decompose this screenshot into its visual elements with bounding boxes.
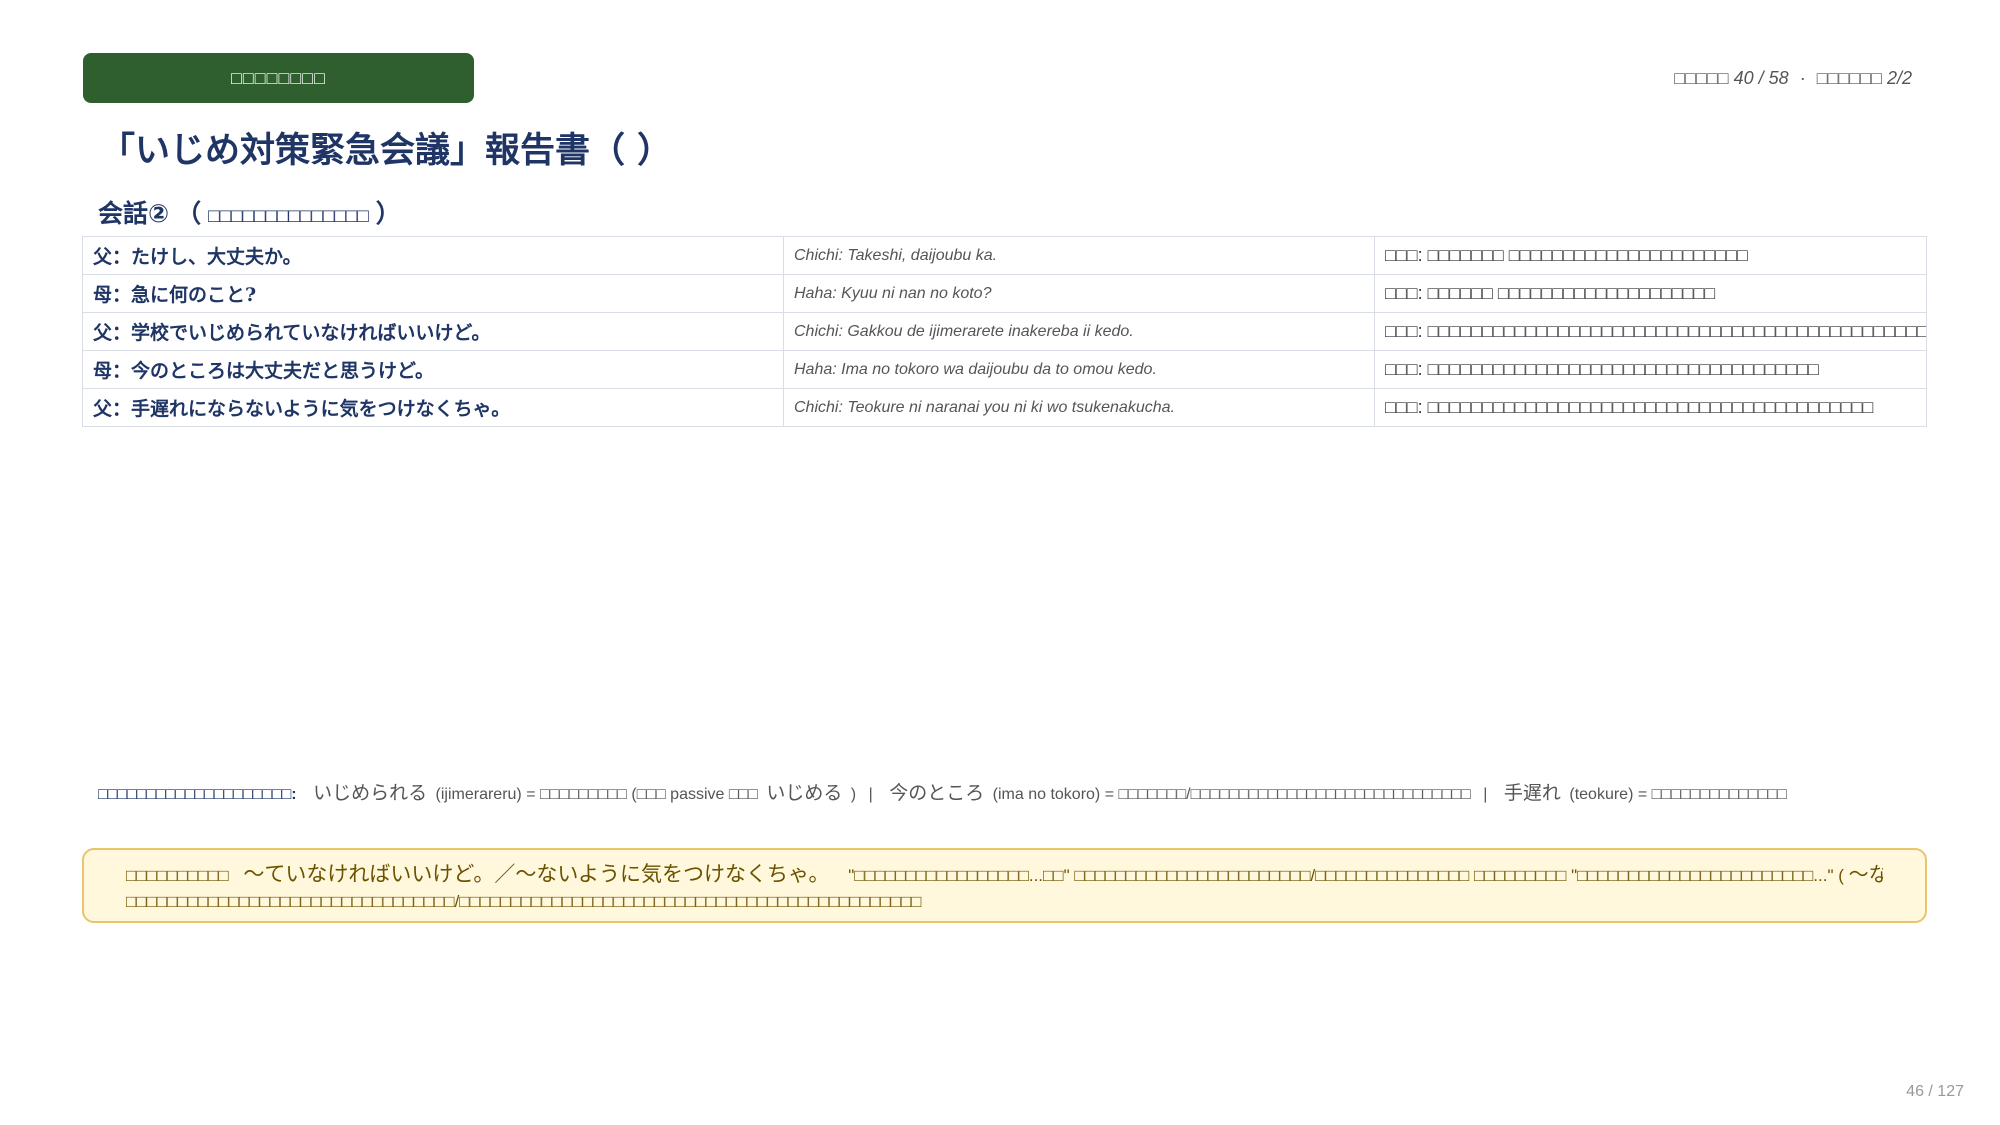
- dialogue-translation: □□□: □□□□□□ □□□□□□□□□□□□□□□□□□□□: [1374, 274, 1927, 313]
- vocab-divider: |: [868, 786, 873, 803]
- category-badge: □□□□□□□□: [83, 53, 474, 103]
- vocabulary-label: □□□□□□□□□□□□□□□□□□□□:: [98, 786, 297, 803]
- dialogue-romaji: Chichi: Gakkou de ijimerarete inakereba …: [783, 312, 1375, 351]
- page-meta: □□□□□ 40 / 58 · □□□□□□ 2/2: [1674, 68, 1912, 89]
- dialogue-table: 父：たけし、大丈夫か。 Chichi: Takeshi, daijoubu ka…: [82, 236, 1927, 427]
- vocab-definition: (teokure) = □□□□□□□□□□□□□□: [1569, 786, 1787, 803]
- dialogue-japanese: 父：手遅れにならないように気をつけなくちゃ。: [82, 388, 784, 427]
- vocabulary-line: □□□□□□□□□□□□□□□□□□□□: いじめられる (ijimerarer…: [98, 778, 1928, 805]
- dialogue-romaji: Haha: Ima no tokoro wa daijoubu da to om…: [783, 350, 1375, 389]
- section-paren-close: ）: [375, 200, 401, 228]
- dialogue-translation: □□□: □□□□□□□□□□□□□□□□□□□□□□□□□□□□□□□□□□□…: [1374, 350, 1927, 389]
- table-row: 父：手遅れにならないように気をつけなくちゃ。 Chichi: Teokure n…: [82, 388, 1927, 427]
- grammar-pattern: 〜ていなければいいけど。／〜ないように気をつけなくちゃ。: [243, 863, 830, 886]
- table-row: 父：学校でいじめられていなければいいけど。 Chichi: Gakkou de …: [82, 312, 1927, 351]
- dialogue-translation: □□□: □□□□□□□ □□□□□□□□□□□□□□□□□□□□□□: [1374, 236, 1927, 275]
- vocab-definition: (ima no tokoro) = □□□□□□□/□□□□□□□□□□□□□□…: [992, 786, 1471, 803]
- separator: ·: [1799, 68, 1806, 88]
- grammar-label: □□□□□□□□□□: [126, 866, 229, 885]
- slide-counter: 46 / 127: [1906, 1083, 1964, 1100]
- grammar-note-box: □□□□□□□□□□ 〜ていなければいいけど。／〜ないように気をつけなくちゃ。 …: [82, 848, 1927, 923]
- vocab-word: 今のところ: [889, 783, 985, 804]
- page-title: 「いじめ対策緊急会議」報告書（ ）: [100, 130, 673, 171]
- vocab-divider: |: [1483, 786, 1488, 803]
- table-row: 母：急に何のこと? Haha: Kyuu ni nan no koto? □□□…: [82, 274, 1927, 313]
- vocab-word: いじめられる: [313, 783, 428, 804]
- grammar-explanation: "□□□□□□□□□□□□□□□□□...□□" □□□□□□□□□□□□□□□…: [848, 866, 1844, 885]
- vocab-definition: (ijimerareru) = □□□□□□□□□ (□□□ passive □…: [435, 786, 758, 803]
- table-row: 父：たけし、大丈夫か。 Chichi: Takeshi, daijoubu ka…: [82, 236, 1927, 275]
- dialogue-japanese: 母：今のところは大丈夫だと思うけど。: [82, 350, 784, 389]
- table-row: 母：今のところは大丈夫だと思うけど。 Haha: Ima no tokoro w…: [82, 350, 1927, 389]
- dialogue-romaji: Chichi: Takeshi, daijoubu ka.: [783, 236, 1375, 275]
- dialogue-japanese: 父：たけし、大丈夫か。: [82, 236, 784, 275]
- part-indicator: □□□□□□ 2/2: [1816, 68, 1912, 88]
- section-subtitle: □□□□□□□□□□□□□□: [208, 206, 369, 227]
- dialogue-japanese: 母：急に何のこと?: [82, 274, 784, 313]
- dialogue-translation: □□□: □□□□□□□□□□□□□□□□□□□□□□□□□□□□□□□□□□□…: [1374, 388, 1927, 427]
- section-heading: 会話② （ □□□□□□□□□□□□□□ ）: [98, 194, 401, 230]
- dialogue-translation: □□□: □□□□□□□□□□□□□□□□□□□□□□□□□□□□□□□□□□□…: [1374, 312, 1927, 351]
- grammar-inline-pattern: 〜ないように気をつける: [1848, 864, 1883, 886]
- vocab-close-paren: ): [850, 786, 857, 803]
- vocab-word: 手遅れ: [1503, 783, 1561, 804]
- vocab-base-form: いじめる: [766, 783, 843, 804]
- grammar-line-1: □□□□□□□□□□ 〜ていなければいいけど。／〜ないように気をつけなくちゃ。 …: [126, 862, 1883, 889]
- dialogue-romaji: Haha: Kyuu ni nan no koto?: [783, 274, 1375, 313]
- dialogue-japanese: 父：学校でいじめられていなければいいけど。: [82, 312, 784, 351]
- section-paren-open: （: [176, 200, 202, 228]
- dialogue-romaji: Chichi: Teokure ni naranai you ni ki wo …: [783, 388, 1375, 427]
- page-progress: □□□□□ 40 / 58: [1674, 68, 1789, 88]
- grammar-line-2: □□□□□□□□□□□□□□□□□□□□□□□□□□□□□□□□/□□□□□□□…: [126, 892, 922, 911]
- section-label: 会話②: [98, 200, 170, 228]
